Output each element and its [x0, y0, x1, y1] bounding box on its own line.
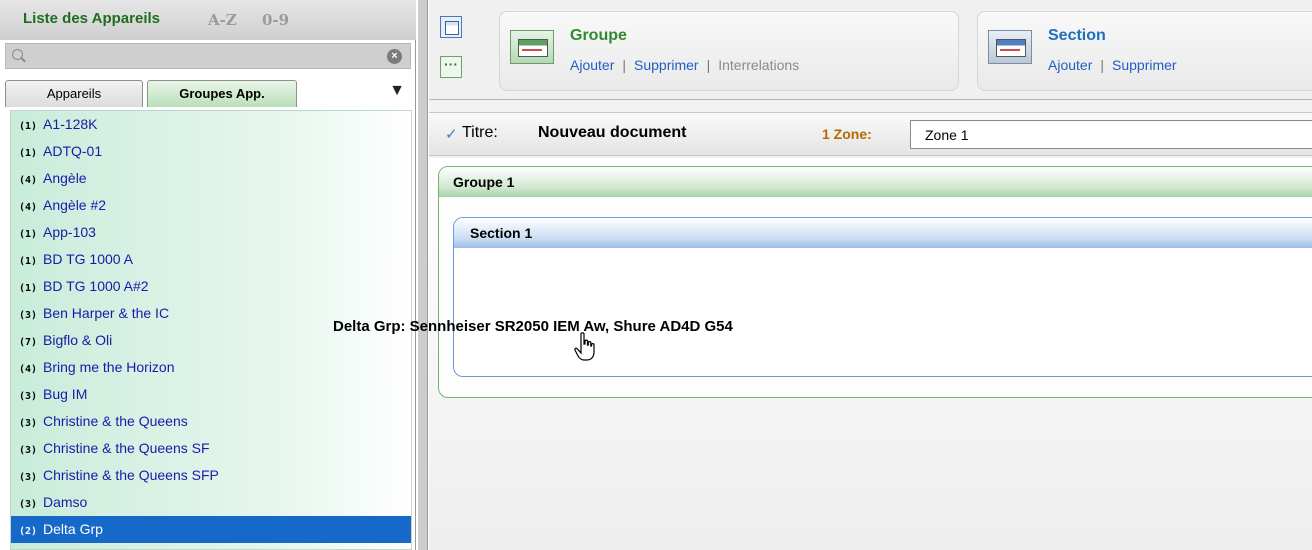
item-count: (3)	[19, 310, 38, 321]
item-name: Ben Harper & the IC	[43, 305, 170, 321]
list-item[interactable]: (4) Angèle	[11, 165, 411, 192]
item-name: Angèle #2	[43, 197, 107, 213]
title-label: Titre:	[462, 124, 498, 141]
item-name: Delta Grp	[43, 521, 103, 537]
list-view-icon[interactable]	[440, 56, 462, 78]
separator: |	[622, 57, 626, 73]
panel-splitter[interactable]	[418, 0, 428, 550]
document-title-bar: ✓ Titre: Nouveau document 1 Zone:	[429, 112, 1312, 156]
item-name: Angèle	[43, 170, 87, 186]
device-list-panel: Liste des Appareils A-Z 0-9 × Appareils …	[0, 0, 416, 550]
hand-pointer-icon	[574, 332, 595, 361]
list-item[interactable]: (1) BD TG 1000 A	[11, 246, 411, 273]
document-panel: Groupe Ajouter|Supprimer|Interrelations …	[429, 0, 1312, 550]
list-item[interactable]: (4) Angèle #2	[11, 192, 411, 219]
item-name: A1-128K	[43, 116, 98, 132]
item-count: (4)	[19, 202, 38, 213]
zone-label: 1 Zone:	[822, 126, 872, 142]
item-name: Christine & the Queens SFP	[43, 467, 219, 483]
device-list-title: Liste des Appareils	[23, 10, 160, 27]
group-label: Groupe 1	[453, 174, 515, 190]
item-count: (3)	[19, 472, 38, 483]
list-item[interactable]: (1) App-103	[11, 219, 411, 246]
device-list-header: Liste des Appareils A-Z 0-9	[0, 0, 416, 40]
item-count: (1)	[19, 283, 38, 294]
item-count: (7)	[19, 337, 38, 348]
search-input[interactable]	[30, 47, 360, 65]
groupe-add-link[interactable]: Ajouter	[570, 57, 614, 73]
layout-workspace: Groupe 1 Section 1	[429, 158, 1312, 550]
separator: |	[706, 57, 711, 73]
item-name: Damso	[43, 494, 88, 510]
item-name: Christine & the Queens	[43, 413, 188, 429]
item-name: Christine & the Queens SF	[43, 440, 210, 456]
drag-tooltip: Delta Grp: Sennheiser SR2050 IEM Aw, Shu…	[333, 318, 733, 335]
item-count: (3)	[19, 418, 38, 429]
groupe-relations-link[interactable]: Interrelations	[718, 57, 799, 73]
list-tabs: Appareils Groupes App. ▼	[5, 80, 411, 107]
list-item[interactable]: (3) Damso	[11, 489, 411, 516]
document-title[interactable]: Nouveau document	[538, 124, 686, 142]
section-label: Section 1	[470, 225, 533, 241]
groupe-actions: Ajouter | Supprimer | Interrelations	[570, 57, 799, 73]
search-box: ×	[5, 43, 411, 69]
item-count: (4)	[19, 175, 38, 186]
group-container[interactable]: Groupe 1 Section 1	[438, 166, 1312, 398]
item-count: (4)	[19, 364, 38, 375]
list-item[interactable]: (2) Delta Grp	[11, 516, 411, 543]
search-icon	[12, 49, 23, 60]
layout-view-icon[interactable]	[440, 16, 462, 38]
item-count: (2)	[19, 526, 38, 537]
item-name: Bring me the Horizon	[43, 359, 175, 375]
section-card-title: Section	[1048, 27, 1106, 44]
edit-pencil-icon[interactable]: ✓	[445, 125, 458, 143]
item-count: (1)	[19, 121, 38, 132]
group-header[interactable]: Groupe 1	[439, 167, 1312, 197]
item-count: (3)	[19, 391, 38, 402]
list-item[interactable]: (4) Bring me the Horizon	[11, 354, 411, 381]
sort-az-button[interactable]: A-Z	[208, 11, 237, 29]
groupe-card: Groupe Ajouter | Supprimer | Interrelations	[499, 11, 959, 91]
list-item[interactable]: (1) A1-128K	[11, 111, 411, 138]
groupe-card-title: Groupe	[570, 27, 627, 44]
list-item[interactable]: (3) Christine & the Queens	[11, 408, 411, 435]
item-name: ADTQ-01	[43, 143, 103, 159]
list-item[interactable]: (3) Bug IM	[11, 381, 411, 408]
item-name: Bigflo & Oli	[43, 332, 113, 348]
section-delete-link[interactable]: Supprimer	[1112, 57, 1177, 73]
section-header[interactable]: Section 1	[454, 218, 1312, 248]
item-count: (1)	[19, 229, 38, 240]
item-count: (1)	[19, 148, 38, 159]
groupe-window-icon	[510, 30, 554, 64]
clear-search-icon[interactable]: ×	[387, 49, 402, 64]
filter-dropdown-icon[interactable]: ▼	[389, 82, 405, 100]
section-actions: Ajouter | Supprimer	[1048, 57, 1177, 73]
tab-groupes-app[interactable]: Groupes App.	[147, 80, 297, 107]
section-card: Section Ajouter | Supprimer	[977, 11, 1312, 91]
item-count: (1)	[19, 256, 38, 267]
item-name: App-103	[43, 224, 96, 240]
list-item[interactable]: (3) Christine & the Queens SFP	[11, 462, 411, 489]
list-item[interactable]: (1) BD TG 1000 A#2	[11, 273, 411, 300]
list-item[interactable]: (3) Christine & the Queens SF	[11, 435, 411, 462]
groupe-delete-link[interactable]: Supprimer	[634, 57, 699, 73]
sort-09-button[interactable]: 0-9	[262, 11, 289, 29]
toolbar: Groupe Ajouter|Supprimer|Interrelations …	[429, 0, 1312, 100]
zone-input[interactable]	[910, 120, 1312, 149]
item-count: (3)	[19, 499, 38, 510]
item-count: (3)	[19, 445, 38, 456]
item-name: BD TG 1000 A#2	[43, 278, 149, 294]
section-window-icon	[988, 30, 1032, 64]
item-name: Bug IM	[43, 386, 88, 402]
separator: |	[1100, 57, 1104, 73]
tab-appareils[interactable]: Appareils	[5, 80, 143, 107]
section-add-link[interactable]: Ajouter	[1048, 57, 1092, 73]
list-item[interactable]: (1) ADTQ-01	[11, 138, 411, 165]
item-name: BD TG 1000 A	[43, 251, 134, 267]
